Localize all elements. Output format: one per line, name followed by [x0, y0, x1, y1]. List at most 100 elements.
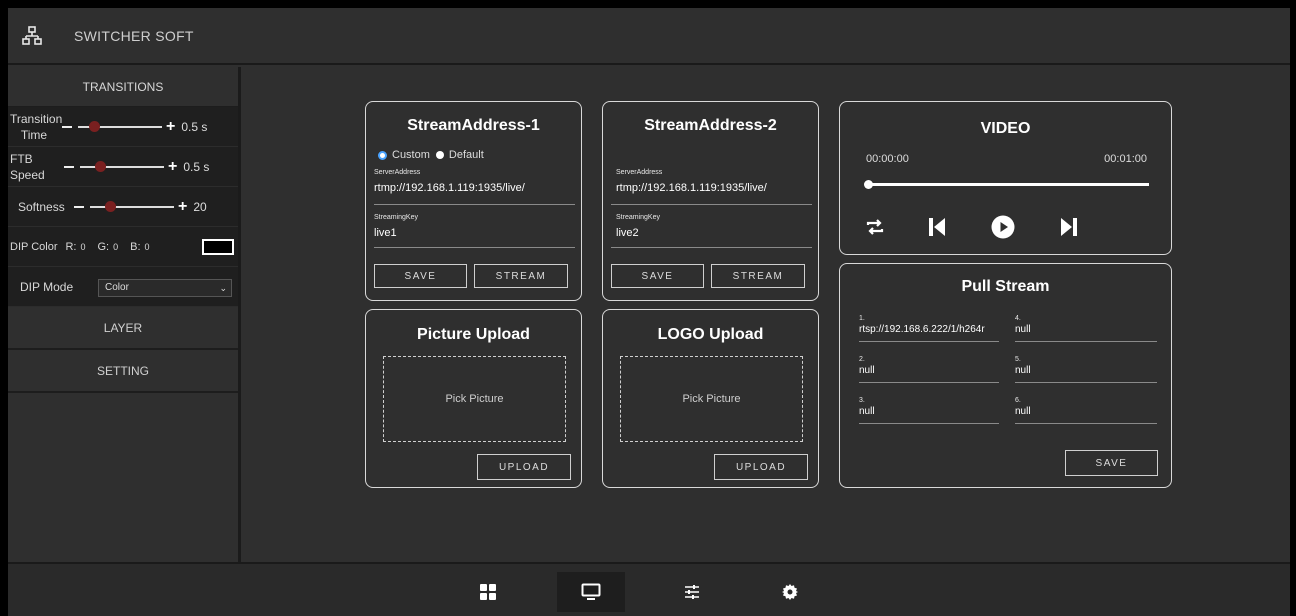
- divider: [859, 341, 999, 342]
- pull-stream-field[interactable]: rtsp://192.168.6.222/1/h264r: [859, 324, 999, 335]
- slider-knob[interactable]: [88, 120, 100, 132]
- upload-button[interactable]: UPLOAD: [477, 454, 571, 480]
- stream-address-2-title: StreamAddress-2: [644, 117, 777, 134]
- upload-button[interactable]: UPLOAD: [714, 454, 808, 480]
- g-value[interactable]: 0: [113, 242, 118, 252]
- pull-stream-item: 3. null: [859, 397, 999, 424]
- streaming-key-field[interactable]: live1: [374, 227, 397, 239]
- radio-default-label[interactable]: Default: [449, 149, 484, 161]
- stream-button[interactable]: STREAM: [474, 264, 568, 288]
- dip-color-swatch[interactable]: [202, 239, 234, 255]
- dip-color-label: DIP Color: [10, 240, 58, 253]
- save-button[interactable]: SAVE: [1065, 450, 1158, 476]
- transition-time-slider[interactable]: +: [58, 118, 175, 134]
- divider: [611, 204, 812, 205]
- stream-address-2-panel: StreamAddress-2 ServerAddress rtmp://192…: [602, 101, 819, 301]
- picture-dropzone[interactable]: Pick Picture: [383, 356, 566, 442]
- slider-track[interactable]: [78, 120, 162, 132]
- adjustments-button[interactable]: [658, 572, 726, 612]
- slider-knob[interactable]: [104, 200, 116, 212]
- slider-knob[interactable]: [94, 160, 106, 172]
- plus-icon[interactable]: +: [178, 198, 187, 214]
- minus-icon[interactable]: [64, 165, 74, 168]
- radio-custom-label[interactable]: Custom: [392, 149, 430, 161]
- dip-mode-selected: Color: [105, 282, 129, 293]
- pull-stream-item: 1. rtsp://192.168.6.222/1/h264r: [859, 315, 999, 342]
- dip-mode-select[interactable]: Color ⌄: [98, 279, 232, 297]
- gear-icon: [782, 584, 798, 600]
- pull-stream-field[interactable]: null: [1015, 324, 1157, 335]
- pull-stream-field[interactable]: null: [859, 365, 999, 376]
- softness-label: Softness: [18, 199, 65, 214]
- r-label: R:: [65, 240, 77, 253]
- stream-address-1-panel: StreamAddress-1 Custom Default ServerAdd…: [365, 101, 582, 301]
- logo-upload-panel: LOGO Upload Pick Picture UPLOAD: [602, 309, 819, 488]
- window-edge-top: [0, 0, 1296, 8]
- pull-stream-item: 4. null: [1015, 315, 1157, 342]
- bottom-toolbar: [8, 562, 1290, 616]
- pull-stream-field[interactable]: null: [1015, 406, 1157, 417]
- pull-stream-panel: Pull Stream 1. rtsp://192.168.6.222/1/h2…: [839, 263, 1172, 488]
- video-progress-knob[interactable]: [864, 180, 873, 189]
- item-number: 1.: [859, 315, 865, 322]
- repeat-icon[interactable]: [864, 218, 886, 236]
- transition-time-row: Transition Time + 0.5 s: [8, 107, 238, 147]
- save-button[interactable]: SAVE: [611, 264, 704, 288]
- minus-icon[interactable]: [62, 125, 72, 128]
- r-value[interactable]: 0: [80, 242, 85, 252]
- settings-button[interactable]: [756, 572, 824, 612]
- item-number: 4.: [1015, 315, 1021, 322]
- save-button[interactable]: SAVE: [374, 264, 467, 288]
- slider-track[interactable]: [80, 160, 164, 172]
- ftb-speed-label: FTB Speed: [10, 151, 45, 182]
- divider: [1015, 382, 1157, 383]
- radio-default[interactable]: [435, 151, 444, 159]
- softness-slider[interactable]: +: [70, 198, 187, 214]
- slider-track[interactable]: [90, 200, 174, 212]
- dip-mode-label: DIP Mode: [20, 279, 74, 294]
- g-label: G:: [97, 240, 110, 253]
- pick-picture-label: Pick Picture: [682, 393, 741, 405]
- monitor-view-button[interactable]: [557, 572, 625, 612]
- logo-upload-title: LOGO Upload: [657, 326, 764, 343]
- server-address-field[interactable]: rtmp://192.168.1.119:1935/live/: [616, 182, 767, 194]
- source-radio-group: Custom Default: [378, 149, 484, 161]
- video-time-end: 00:01:00: [1104, 153, 1147, 165]
- b-value[interactable]: 0: [145, 242, 150, 252]
- monitor-icon: [581, 583, 601, 600]
- stream-button[interactable]: STREAM: [711, 264, 805, 288]
- grid-icon: [480, 584, 496, 600]
- plus-icon[interactable]: +: [168, 158, 177, 174]
- dip-mode-row: DIP Mode Color ⌄: [8, 267, 238, 307]
- network-icon[interactable]: [22, 25, 42, 46]
- grid-view-button[interactable]: [454, 572, 522, 612]
- skip-previous-icon[interactable]: [928, 217, 946, 237]
- radio-custom[interactable]: [378, 150, 387, 160]
- transitions-panel: Transition Time + 0.5 s FTB Speed + 0.5 …: [8, 107, 238, 307]
- video-progress-bar[interactable]: [864, 180, 1149, 189]
- stream-address-1-title: StreamAddress-1: [407, 117, 540, 134]
- divider: [859, 423, 999, 424]
- pull-stream-field[interactable]: null: [859, 406, 999, 417]
- ftb-speed-slider[interactable]: +: [60, 158, 177, 174]
- minus-icon[interactable]: [74, 205, 84, 208]
- transitions-header[interactable]: TRANSITIONS: [8, 67, 238, 107]
- logo-dropzone[interactable]: Pick Picture: [620, 356, 803, 442]
- video-time-start: 00:00:00: [866, 153, 909, 165]
- pull-stream-field[interactable]: null: [1015, 365, 1157, 376]
- layer-header[interactable]: LAYER: [8, 307, 238, 350]
- pick-picture-label: Pick Picture: [445, 393, 504, 405]
- skip-next-icon[interactable]: [1060, 217, 1078, 237]
- plus-icon[interactable]: +: [166, 118, 175, 134]
- server-address-field[interactable]: rtmp://192.168.1.119:1935/live/: [374, 182, 525, 194]
- softness-value: 20: [193, 199, 207, 214]
- divider: [374, 247, 575, 248]
- streaming-key-field[interactable]: live2: [616, 227, 639, 239]
- pull-stream-title: Pull Stream: [961, 278, 1050, 295]
- setting-header[interactable]: SETTING: [8, 350, 238, 393]
- play-icon[interactable]: [991, 215, 1015, 239]
- divider: [611, 247, 812, 248]
- item-number: 5.: [1015, 356, 1021, 363]
- main-area: StreamAddress-1 Custom Default ServerAdd…: [244, 67, 1290, 562]
- app-title: SWITCHER SOFT: [74, 27, 194, 44]
